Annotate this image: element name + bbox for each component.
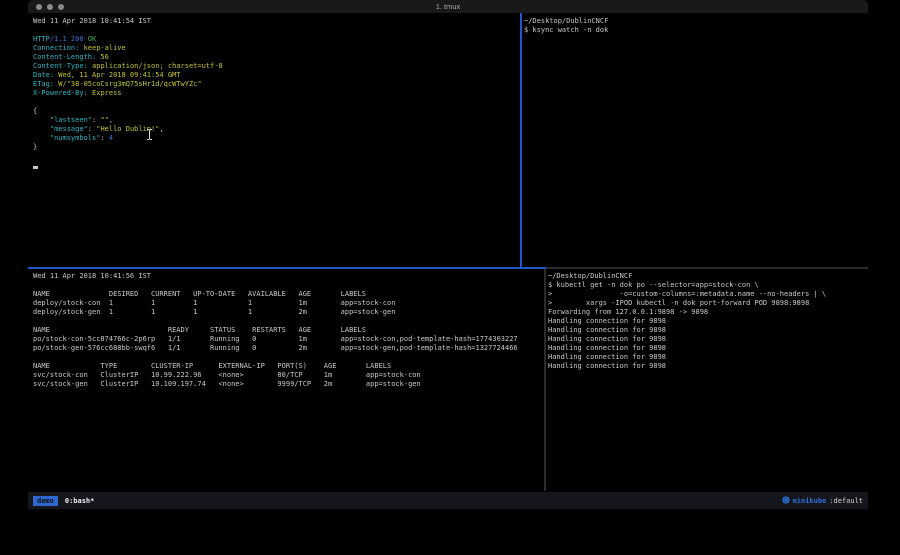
kube-context-indicator: minikube:default <box>782 496 863 506</box>
session-name-badge[interactable]: demo <box>33 496 58 506</box>
terminal-line <box>33 98 520 107</box>
terminal-cursor <box>33 166 38 169</box>
terminal-line: Handling connection for 9898 <box>548 335 868 344</box>
pane-divider-horizontal-right[interactable] <box>546 267 868 269</box>
window-title: 1. tmux <box>28 2 868 11</box>
kube-namespace: :default <box>829 497 863 505</box>
terminal-line <box>33 353 544 362</box>
pane-port-forward[interactable]: ~/Desktop/DublinCNCF$ kubectl get -n dok… <box>546 269 868 491</box>
terminal-window: 1. tmux Wed 11 Apr 2018 10:41:54 IST HTT… <box>28 0 868 509</box>
terminal-line: Forwarding from 127.0.0.1:9898 -> 9898 <box>548 308 868 317</box>
kube-context: minikube <box>793 497 827 505</box>
terminal-line <box>33 26 520 35</box>
pane-http-response[interactable]: Wed 11 Apr 2018 10:41:54 IST HTTP/1.1 20… <box>28 13 520 267</box>
pane-divider-horizontal-left[interactable] <box>28 267 546 269</box>
terminal-line: $ kubectl get -n dok po --selector=app=s… <box>548 281 868 290</box>
terminal-line: Content-Type: application/json; charset=… <box>33 62 520 71</box>
text-cursor-pointer <box>146 125 153 136</box>
terminal-line: deploy/stock-con 1 1 1 1 1m app=stock-co… <box>33 299 544 308</box>
terminal-line: Handling connection for 9898 <box>548 344 868 353</box>
terminal-line: po/stock-con-5cc874766c-2p6rp 1/1 Runnin… <box>33 335 544 344</box>
terminal-line: Handling connection for 9898 <box>548 326 868 335</box>
terminal-line: ETag: W/"38-05coCsrg3mQ75sHr1d/qcWTwYZc" <box>33 80 520 89</box>
terminal-line: "message": "Hello Dublin!", <box>33 125 520 134</box>
pane-ksync-watch[interactable]: ~/Desktop/DublinCNCF$ ksync watch -n dok <box>522 13 868 267</box>
terminal-line: NAME TYPE CLUSTER-IP EXTERNAL-IP PORT(S)… <box>33 362 544 371</box>
terminal-line: "numsymbols": 4 <box>33 134 520 143</box>
terminal-line <box>33 161 520 170</box>
terminal-line <box>33 317 544 326</box>
terminal-line: Handling connection for 9898 <box>548 353 868 362</box>
terminal-line: $ ksync watch -n dok <box>524 26 868 35</box>
tmux-status-bar: demo 0:bash* minikube:default <box>28 492 868 509</box>
pane-divider-vertical-top[interactable] <box>520 13 522 269</box>
terminal-line <box>33 152 520 161</box>
desktop-background: 1. tmux Wed 11 Apr 2018 10:41:54 IST HTT… <box>0 0 900 555</box>
terminal-line: Wed 11 Apr 2018 10:41:54 IST <box>33 17 520 26</box>
terminal-line: NAME READY STATUS RESTARTS AGE LABELS <box>33 326 544 335</box>
terminal-line: > -o=custom-columns=:metadata.name --no-… <box>548 290 868 299</box>
terminal-line: ~/Desktop/DublinCNCF <box>548 272 868 281</box>
pane-kubectl-get[interactable]: Wed 11 Apr 2018 10:41:56 IST NAME DESIRE… <box>28 269 544 491</box>
terminal-line: "lastseen": "", <box>33 116 520 125</box>
terminal-line: { <box>33 107 520 116</box>
terminal-line: Handling connection for 9898 <box>548 317 868 326</box>
terminal-line: Connection: keep-alive <box>33 44 520 53</box>
active-window-label[interactable]: 0:bash* <box>65 497 95 505</box>
tmux-session: Wed 11 Apr 2018 10:41:54 IST HTTP/1.1 20… <box>28 13 868 492</box>
terminal-line: } <box>33 143 520 152</box>
terminal-line: deploy/stock-gen 1 1 1 1 2m app=stock-ge… <box>33 308 544 317</box>
terminal-line: svc/stock-con ClusterIP 10.99.222.96 <no… <box>33 371 544 380</box>
terminal-line <box>33 281 544 290</box>
terminal-line: svc/stock-gen ClusterIP 10.109.197.74 <n… <box>33 380 544 389</box>
terminal-line: ~/Desktop/DublinCNCF <box>524 17 868 26</box>
helm-wheel-icon <box>782 496 790 506</box>
terminal-line: > xargs -IPOD kubectl -n dok port-forwar… <box>548 299 868 308</box>
terminal-line: Wed 11 Apr 2018 10:41:56 IST <box>33 272 544 281</box>
terminal-line: X-Powered-By: Express <box>33 89 520 98</box>
terminal-line: po/stock-gen-576cc688bb-swqf6 1/1 Runnin… <box>33 344 544 353</box>
terminal-line: Content-Length: 56 <box>33 53 520 62</box>
terminal-line: Handling connection for 9898 <box>548 362 868 371</box>
window-titlebar[interactable]: 1. tmux <box>28 0 868 13</box>
terminal-line: Date: Wed, 11 Apr 2018 09:41:54 GMT <box>33 71 520 80</box>
terminal-line: HTTP/1.1 200 OK <box>33 35 520 44</box>
terminal-line: NAME DESIRED CURRENT UP-TO-DATE AVAILABL… <box>33 290 544 299</box>
pane-divider-vertical-bottom[interactable] <box>544 269 546 491</box>
